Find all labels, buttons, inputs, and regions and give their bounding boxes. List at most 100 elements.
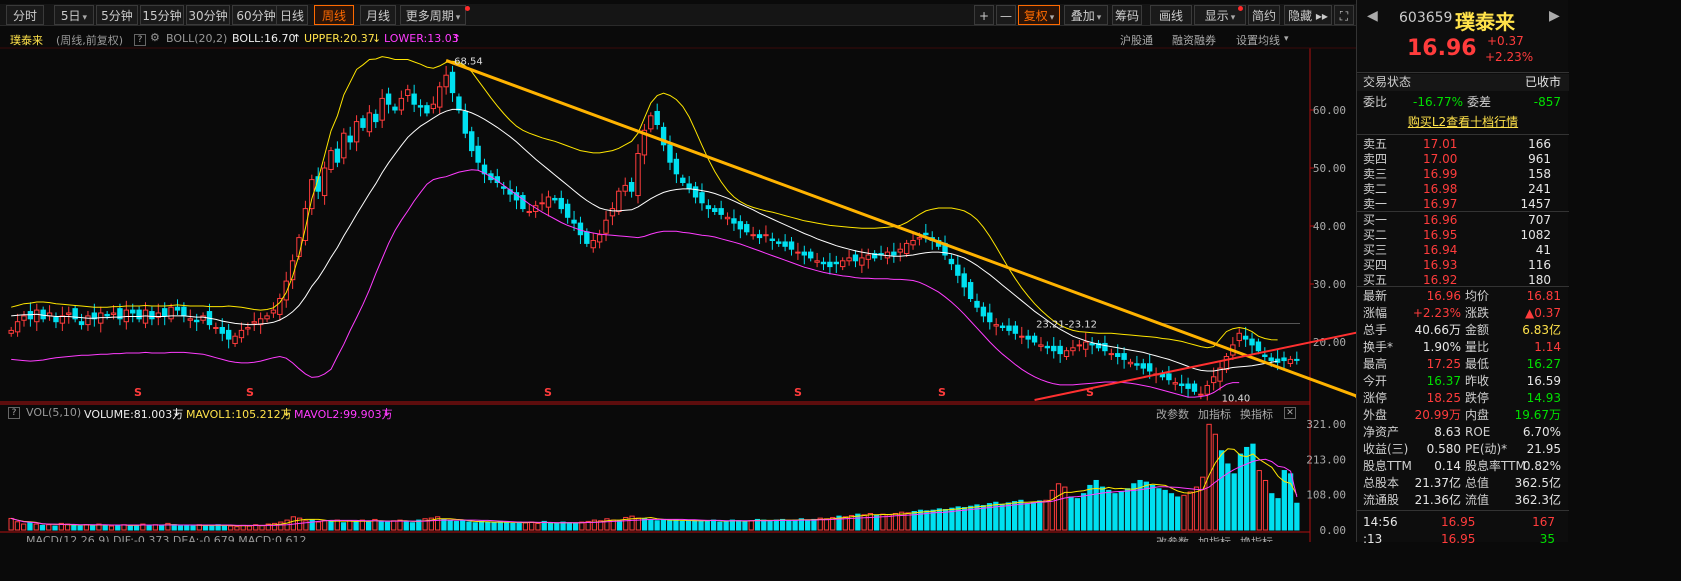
- candle-body: [353, 121, 360, 143]
- volume-bar: [547, 522, 554, 531]
- volume-bar: [654, 520, 660, 531]
- volume-bar: [46, 524, 52, 531]
- volume-bar: [1281, 470, 1287, 531]
- volume-bar: [409, 522, 416, 531]
- volume-bar: [736, 520, 742, 531]
- candle-body: [788, 241, 795, 250]
- candle-body: [859, 257, 865, 266]
- candle-body: [1236, 332, 1242, 342]
- volume-bar: [115, 524, 121, 531]
- candle-body: [820, 261, 827, 265]
- stat-value: 6.70%: [1522, 425, 1561, 439]
- volume-bar: [184, 524, 190, 531]
- candle-body: [1185, 383, 1191, 389]
- candle-body: [974, 300, 980, 308]
- candle-body: [782, 241, 788, 247]
- volume-bar: [685, 520, 692, 531]
- boll-upper-line: [11, 56, 1278, 349]
- candle-body: [1255, 341, 1262, 352]
- volume-bar: [1112, 493, 1118, 531]
- stat-value: 21.36亿: [1414, 493, 1461, 507]
- volume-bar: [1250, 443, 1256, 531]
- candle-body: [398, 97, 405, 111]
- stat-value: 16.37: [1426, 374, 1461, 388]
- kline-chart[interactable]: 20.0030.0040.0050.0060.0068.5423.21-23.1…: [0, 0, 1356, 542]
- candle-body: [334, 148, 341, 163]
- volume-bar: [572, 522, 579, 531]
- stat-value: 16.96: [1426, 289, 1461, 303]
- volume-bar: [472, 522, 478, 531]
- volume-bar: [811, 518, 817, 531]
- candle-body: [776, 241, 782, 244]
- candle-body: [456, 96, 462, 111]
- stat-value: +2.23%: [1412, 306, 1461, 320]
- l2-upgrade-link[interactable]: 购买L2查看十档行情: [1408, 115, 1518, 129]
- candle-body: [181, 306, 187, 317]
- stat-label: 换手*: [1363, 340, 1394, 354]
- price-tick-label: 60.00: [1313, 104, 1346, 117]
- candle-body: [123, 309, 130, 323]
- volume-bar: [1074, 498, 1080, 531]
- stat-value: 21.95: [1526, 442, 1561, 456]
- stat-value: 16.27: [1526, 357, 1561, 371]
- volume-tick-label: 321.00: [1306, 418, 1346, 431]
- price-annotation: 68.54: [454, 56, 483, 67]
- volume-bar: [679, 520, 685, 531]
- volume-bar: [1187, 491, 1193, 531]
- candle-body: [916, 237, 923, 240]
- candle-body: [385, 93, 392, 105]
- volume-bar: [171, 524, 177, 531]
- divider: [1357, 72, 1569, 73]
- bid-price: 16.92: [1423, 273, 1458, 287]
- candle-body: [1294, 358, 1300, 361]
- stat-value: 19.67万: [1514, 408, 1561, 422]
- stat-row: 流通股 21.36亿 流值 362.3亿: [1357, 492, 1569, 509]
- candle-body: [264, 315, 270, 320]
- bid-volume: 180: [1528, 273, 1551, 287]
- volume-bar: [980, 505, 986, 531]
- candle-body: [833, 261, 839, 265]
- price-change: +0.37: [1487, 34, 1524, 48]
- volume-bar: [453, 520, 460, 531]
- candle-body: [737, 221, 744, 230]
- volume-bar: [698, 520, 704, 531]
- volume-bar: [315, 521, 322, 531]
- candle-body: [712, 208, 718, 213]
- prev-stock-icon[interactable]: ◀: [1367, 8, 1378, 24]
- volume-bar: [805, 519, 811, 531]
- stat-label: 涨停: [1363, 391, 1388, 405]
- weicha-label: 委差: [1467, 95, 1492, 109]
- candle-body: [110, 312, 117, 315]
- candle-body: [373, 113, 379, 123]
- candle-body: [475, 145, 481, 163]
- candle-body: [417, 105, 424, 108]
- stat-label: 收益(三): [1363, 442, 1409, 456]
- volume-tick-label: 0.00: [1320, 524, 1347, 537]
- next-stock-icon[interactable]: ▶: [1549, 8, 1560, 24]
- volume-bar: [1005, 502, 1011, 531]
- volume-bar: [441, 518, 447, 531]
- candle-body: [1172, 382, 1178, 385]
- candle-body: [731, 218, 737, 224]
- candle-body: [923, 232, 929, 236]
- stat-row: 最新 16.96 均价 16.81: [1357, 288, 1569, 305]
- volume-bar: [554, 522, 560, 531]
- volume-bar: [278, 521, 284, 531]
- candle-body: [328, 150, 334, 170]
- volume-bar: [1024, 503, 1030, 531]
- bid-row: 买五 16.92 180: [1357, 272, 1569, 289]
- stat-value: 16.59: [1526, 374, 1561, 388]
- candle-body: [1242, 335, 1249, 340]
- volume-bar: [710, 519, 717, 531]
- stat-value: 40.66万: [1414, 323, 1461, 337]
- stat-value: 17.25: [1426, 357, 1461, 371]
- candle-body: [808, 251, 814, 259]
- volume-bar: [999, 503, 1005, 531]
- candle-body: [1146, 363, 1153, 372]
- dividend-marker-icon: S: [246, 386, 254, 399]
- stat-row: 今开 16.37 昨收 16.59: [1357, 373, 1569, 390]
- candle-body: [596, 234, 603, 243]
- candle-body: [405, 89, 411, 96]
- volume-bar: [1287, 473, 1294, 531]
- volume-bar: [8, 517, 14, 531]
